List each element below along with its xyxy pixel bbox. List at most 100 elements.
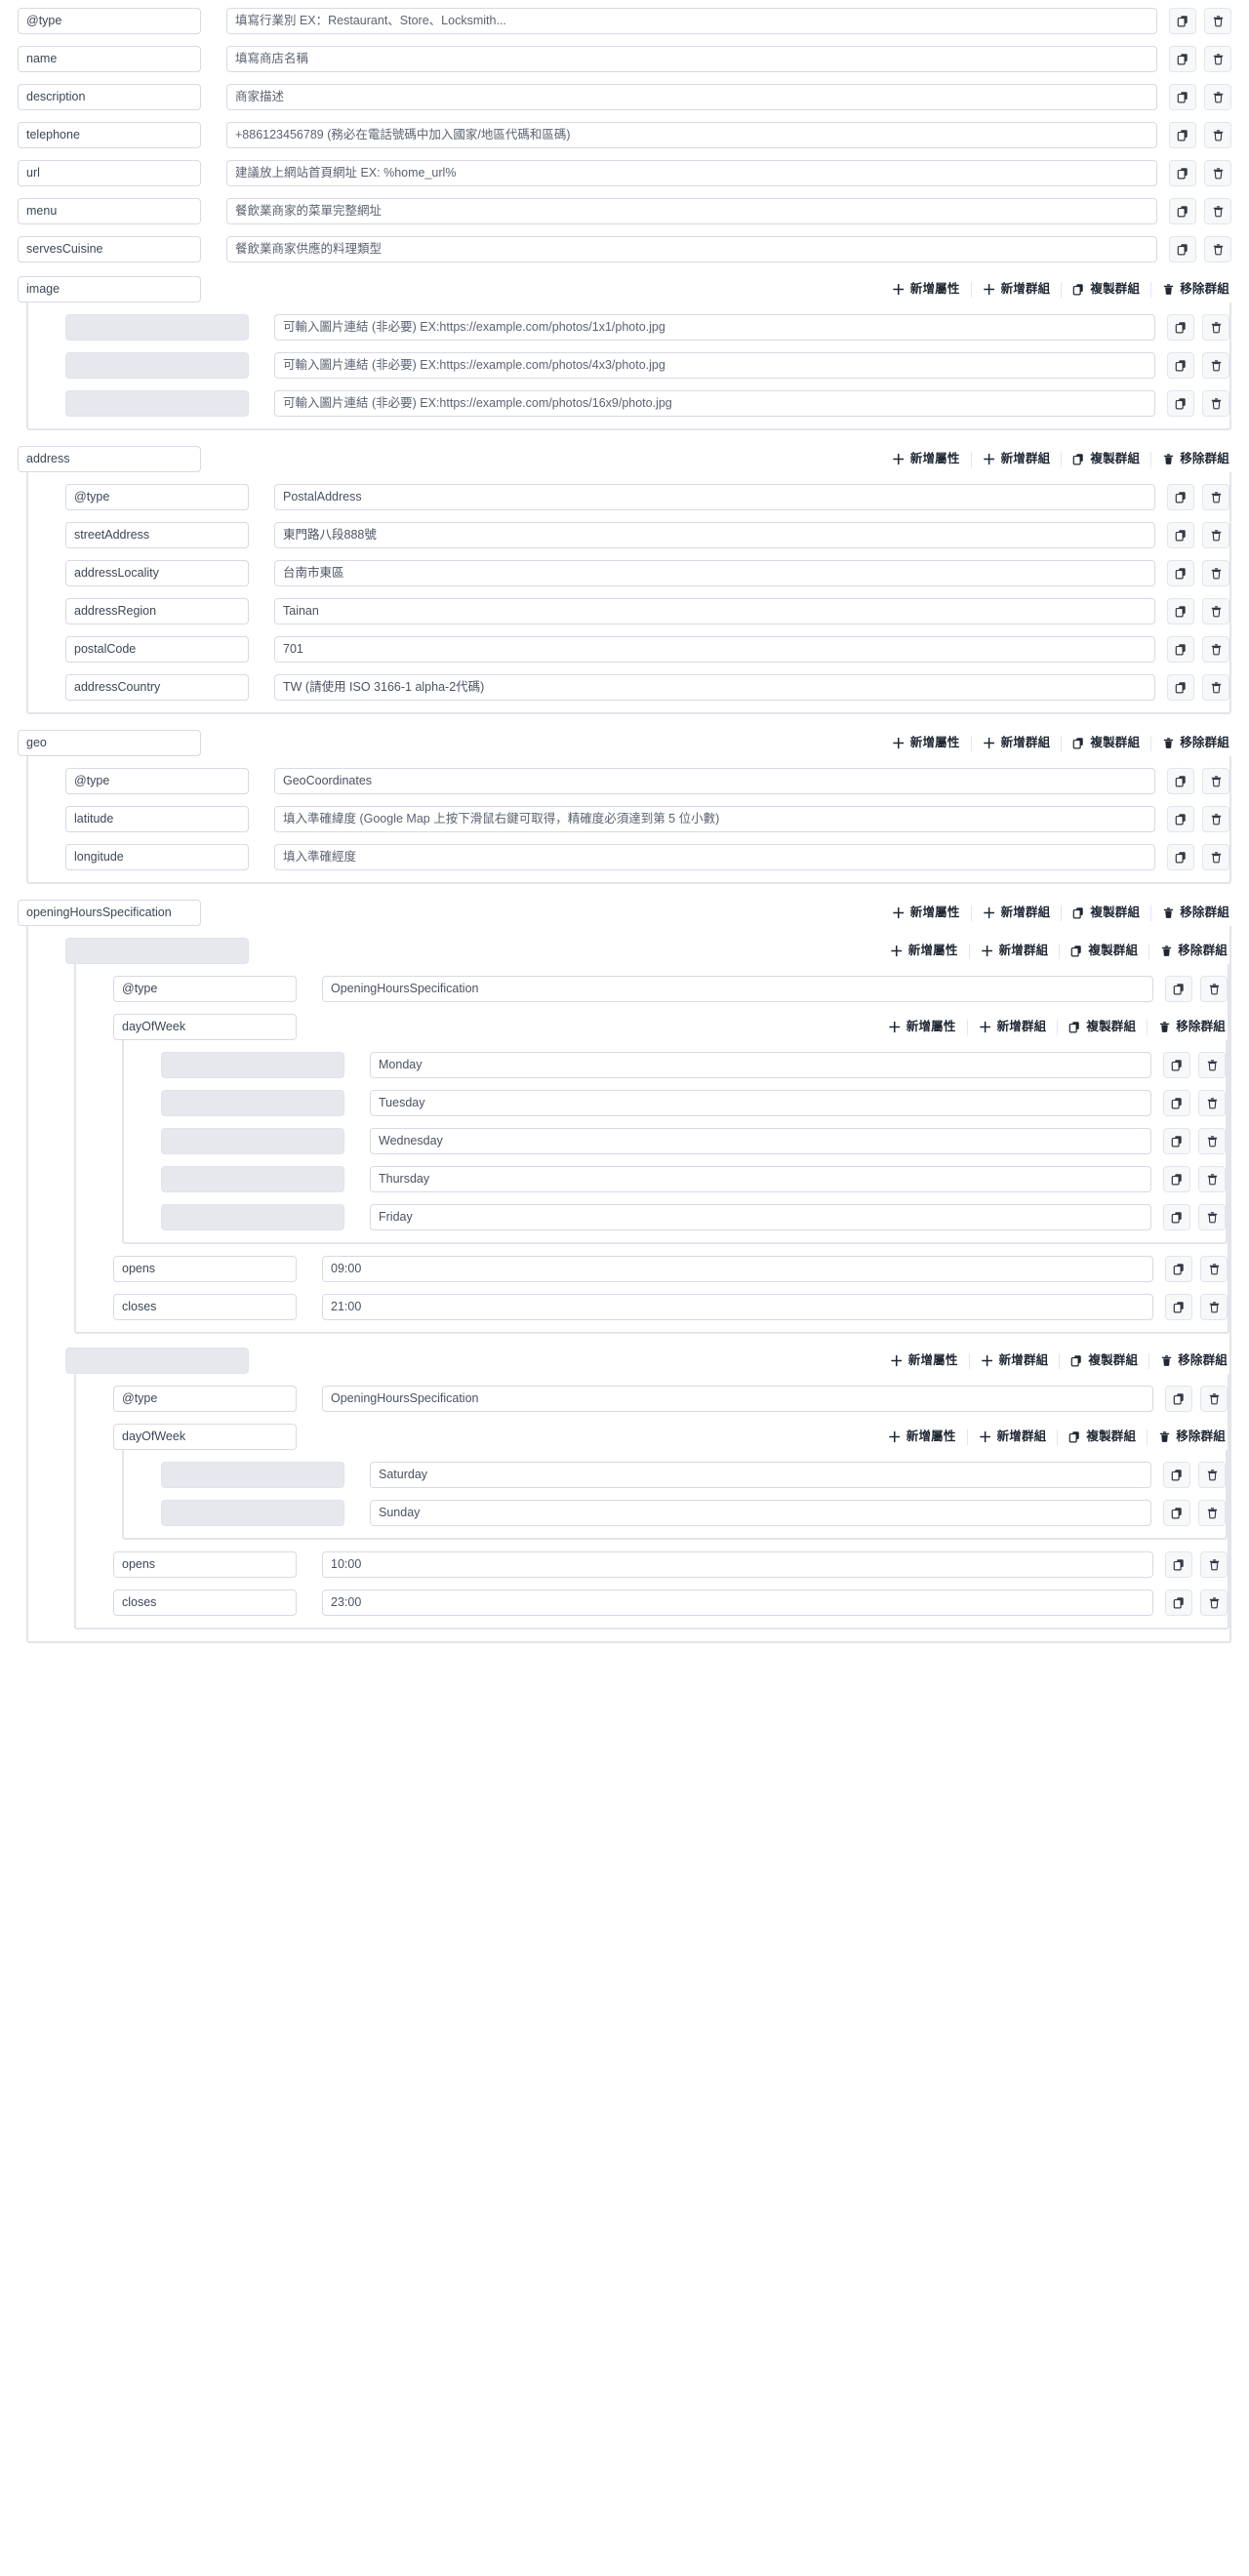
delete-row-button[interactable] (1204, 46, 1231, 72)
delete-row-button[interactable] (1202, 314, 1229, 341)
field-value-input[interactable]: Thursday (370, 1166, 1151, 1192)
delete-row-button[interactable] (1198, 1128, 1226, 1154)
field-key-input[interactable]: @type (65, 768, 249, 794)
add-attribute-button[interactable]: ＋新增屬性 (881, 735, 972, 751)
field-value-input[interactable]: +886123456789 (務必在電話號碼中加入國家/地區代碼和區碼) (226, 122, 1157, 148)
delete-row-button[interactable] (1200, 976, 1228, 1002)
list-index-input[interactable] (161, 1090, 344, 1116)
field-key-input[interactable]: telephone (18, 122, 201, 148)
delete-row-button[interactable] (1204, 198, 1231, 224)
list-index-input[interactable] (65, 352, 249, 379)
copy-row-button[interactable] (1169, 46, 1196, 72)
delete-row-button[interactable] (1202, 352, 1229, 379)
copy-group-button[interactable]: 複製群組 (1062, 735, 1152, 751)
copy-group-button[interactable]: 複製群組 (1058, 1429, 1148, 1445)
field-value-input[interactable]: 填寫商店名稱 (226, 46, 1157, 72)
copy-row-button[interactable] (1167, 484, 1194, 510)
group-key-input[interactable]: dayOfWeek (113, 1424, 297, 1450)
group-key-input[interactable]: address (18, 446, 201, 472)
field-key-input[interactable]: servesCuisine (18, 236, 201, 262)
list-index-input[interactable] (161, 1166, 344, 1192)
copy-row-button[interactable] (1163, 1462, 1190, 1488)
copy-row-button[interactable] (1167, 598, 1194, 624)
field-key-input[interactable]: closes (113, 1294, 297, 1320)
delete-row-button[interactable] (1202, 674, 1229, 701)
copy-row-button[interactable] (1163, 1090, 1190, 1116)
copy-row-button[interactable] (1169, 84, 1196, 110)
delete-row-button[interactable] (1198, 1052, 1226, 1078)
add-group-button[interactable]: ＋ 新增群組 (972, 281, 1063, 298)
copy-row-button[interactable] (1163, 1128, 1190, 1154)
copy-row-button[interactable] (1167, 844, 1194, 870)
delete-row-button[interactable] (1202, 390, 1229, 417)
field-value-input[interactable]: 701 (274, 636, 1155, 663)
delete-row-button[interactable] (1200, 1551, 1228, 1578)
field-key-input[interactable]: latitude (65, 806, 249, 832)
field-value-input[interactable]: Monday (370, 1052, 1151, 1078)
copy-row-button[interactable] (1167, 768, 1194, 794)
field-value-input[interactable]: 餐飲業商家的菜單完整網址 (226, 198, 1157, 224)
group-key-input[interactable]: openingHoursSpecification (18, 900, 201, 926)
list-index-input[interactable] (161, 1128, 344, 1154)
copy-row-button[interactable] (1169, 160, 1196, 186)
copy-row-button[interactable] (1167, 314, 1194, 341)
field-value-input[interactable]: OpeningHoursSpecification (322, 1386, 1153, 1412)
group-key-input[interactable]: image (18, 276, 201, 302)
field-key-input[interactable]: streetAddress (65, 522, 249, 548)
field-key-input[interactable]: addressCountry (65, 674, 249, 701)
field-value-input[interactable]: TW (請使用 ISO 3166-1 alpha-2代碼) (274, 674, 1155, 701)
list-index-input[interactable] (65, 314, 249, 341)
field-value-input[interactable]: 可輸入圖片連結 (非必要) EX:https://example.com/pho… (274, 352, 1155, 379)
delete-row-button[interactable] (1204, 236, 1231, 262)
remove-group-button[interactable]: 移除群組 (1151, 906, 1231, 921)
delete-row-button[interactable] (1198, 1166, 1226, 1192)
copy-row-button[interactable] (1167, 674, 1194, 701)
copy-group-button[interactable]: 複製群組 (1060, 1352, 1150, 1369)
copy-row-button[interactable] (1163, 1500, 1190, 1526)
copy-row-button[interactable] (1165, 1256, 1192, 1282)
delete-row-button[interactable] (1202, 598, 1229, 624)
remove-group-button[interactable]: 移除群組 (1148, 1429, 1228, 1445)
copy-row-button[interactable] (1167, 560, 1194, 586)
add-attribute-button[interactable]: ＋新增屬性 (879, 1352, 970, 1369)
field-key-input[interactable]: longitude (65, 844, 249, 870)
delete-row-button[interactable] (1202, 484, 1229, 510)
add-group-button[interactable]: ＋ 新增群組 (968, 1019, 1059, 1035)
list-index-input[interactable] (65, 390, 249, 417)
list-index-input[interactable] (161, 1462, 344, 1488)
field-value-input[interactable]: 10:00 (322, 1551, 1153, 1578)
add-attribute-button[interactable]: ＋新增屬性 (881, 905, 972, 921)
delete-row-button[interactable] (1198, 1204, 1226, 1230)
delete-row-button[interactable] (1202, 560, 1229, 586)
remove-group-button[interactable]: 移除群組 (1149, 944, 1229, 959)
field-key-input[interactable]: addressLocality (65, 560, 249, 586)
delete-row-button[interactable] (1198, 1500, 1226, 1526)
field-key-input[interactable]: opens (113, 1551, 297, 1578)
field-key-input[interactable]: name (18, 46, 201, 72)
delete-row-button[interactable] (1200, 1386, 1228, 1412)
field-key-input[interactable]: url (18, 160, 201, 186)
delete-row-button[interactable] (1202, 844, 1229, 870)
copy-row-button[interactable] (1169, 8, 1196, 34)
copy-row-button[interactable] (1169, 198, 1196, 224)
copy-group-button[interactable]: 複製群組 (1062, 905, 1152, 921)
field-value-input[interactable]: Friday (370, 1204, 1151, 1230)
remove-group-button[interactable]: 移除群組 (1148, 1020, 1228, 1035)
copy-group-button[interactable]: 複製群組 (1062, 281, 1152, 298)
add-group-button[interactable]: ＋ 新增群組 (968, 1429, 1059, 1445)
field-key-input[interactable]: menu (18, 198, 201, 224)
copy-row-button[interactable] (1165, 1590, 1192, 1616)
delete-row-button[interactable] (1200, 1590, 1228, 1616)
delete-row-button[interactable] (1204, 160, 1231, 186)
entry-index-input[interactable] (65, 938, 249, 964)
copy-row-button[interactable] (1167, 352, 1194, 379)
copy-row-button[interactable] (1165, 1551, 1192, 1578)
remove-group-button[interactable]: 移除群組 (1149, 1353, 1229, 1369)
remove-group-button[interactable]: 移除群組 (1151, 736, 1231, 751)
copy-row-button[interactable] (1167, 806, 1194, 832)
delete-row-button[interactable] (1198, 1090, 1226, 1116)
delete-row-button[interactable] (1202, 636, 1229, 663)
field-value-input[interactable]: 23:00 (322, 1590, 1153, 1616)
field-value-input[interactable]: GeoCoordinates (274, 768, 1155, 794)
field-key-input[interactable]: @type (113, 1386, 297, 1412)
